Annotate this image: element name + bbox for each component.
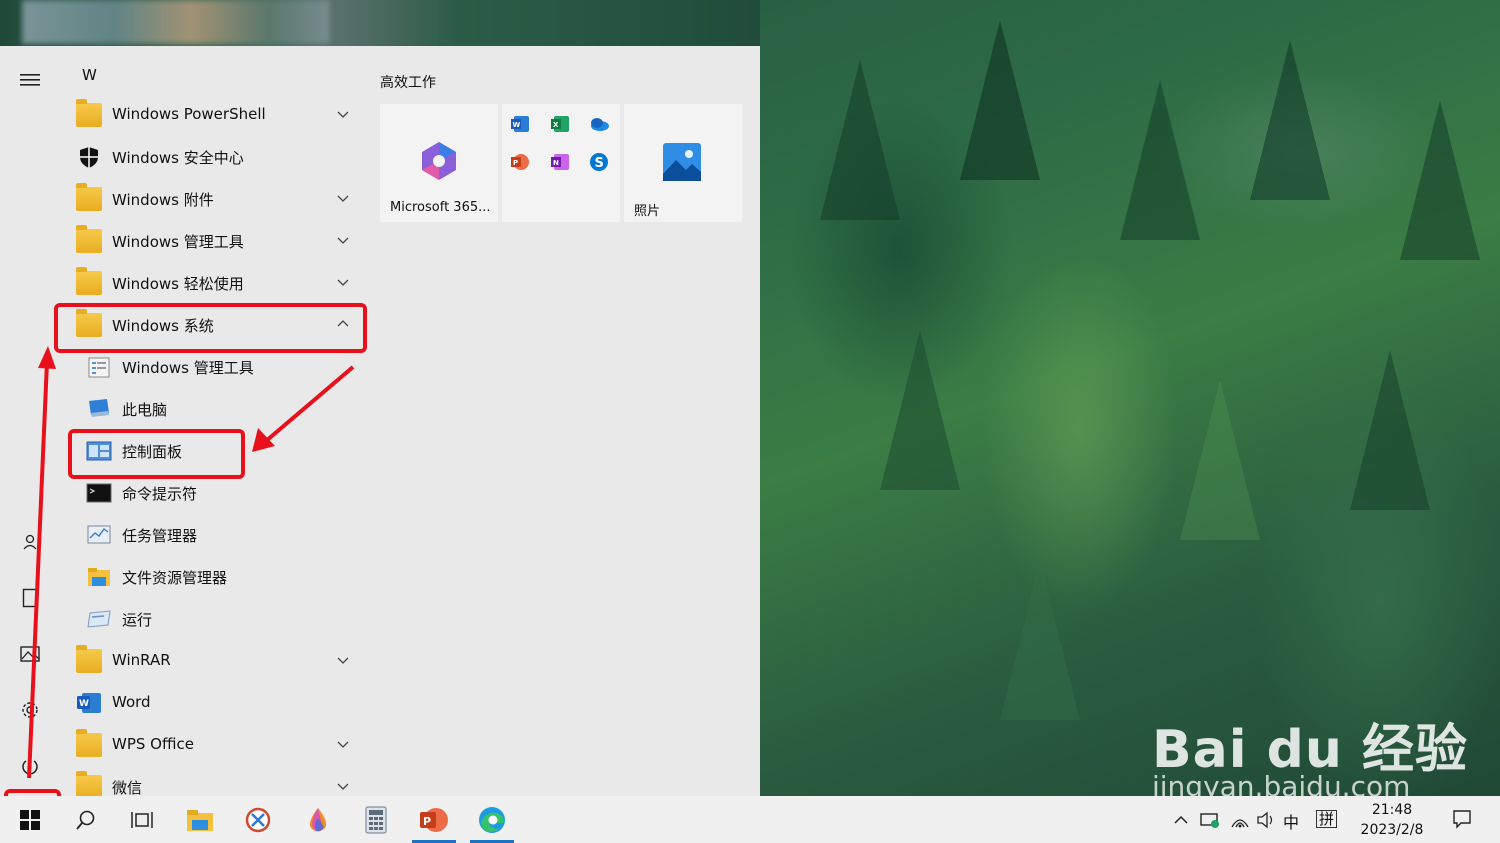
start-button[interactable] <box>2 796 58 843</box>
volume-speaker-icon[interactable] <box>1256 811 1276 829</box>
wallpaper-tree <box>1120 80 1200 240</box>
taskbar-calculator[interactable] <box>348 796 404 843</box>
task-view-button[interactable] <box>114 796 170 843</box>
search-icon <box>76 810 95 830</box>
clock-time: 21:48 <box>1371 802 1413 818</box>
action-center-notification-icon[interactable] <box>1452 809 1472 829</box>
wallpaper-tree <box>1250 40 1330 200</box>
edge-browser-icon <box>479 806 505 833</box>
taskbar: P 中 拼 21:48 2023/2/8 <box>0 796 1500 843</box>
wallpaper-tree <box>880 330 960 490</box>
wallpaper-tree <box>960 20 1040 180</box>
annotation-arrows <box>27 346 355 779</box>
wallpaper-tree <box>1180 380 1260 540</box>
svg-text:P: P <box>423 815 431 828</box>
powerpoint-icon: P <box>420 807 448 832</box>
taskbar-file-explorer[interactable] <box>172 796 228 843</box>
taskbar-snipping-tool[interactable] <box>230 796 286 843</box>
task-view-icon <box>131 811 153 828</box>
snipping-tool-icon <box>245 807 271 832</box>
wallpaper-tree <box>1400 100 1480 260</box>
clock-date: 2023/2/8 <box>1360 822 1424 838</box>
paint-drop-icon <box>309 807 327 831</box>
windows-logo-icon <box>20 809 40 830</box>
taskbar-powerpoint[interactable]: P <box>406 796 462 843</box>
taskbar-paint[interactable] <box>290 796 346 843</box>
ime-mode-indicator[interactable]: 拼 <box>1316 810 1338 828</box>
search-button[interactable] <box>58 796 114 843</box>
calculator-icon <box>365 806 387 833</box>
device-status-icon[interactable] <box>1200 811 1220 829</box>
file-explorer-icon <box>187 809 213 831</box>
ime-language-indicator[interactable]: 中 <box>1283 809 1299 833</box>
wallpaper-tree <box>1000 560 1080 720</box>
taskbar-edge[interactable] <box>464 796 520 843</box>
wallpaper-tree <box>820 60 900 220</box>
wallpaper-tree <box>1350 350 1430 510</box>
taskbar-clock[interactable]: 21:48 2023/2/8 <box>1352 800 1432 840</box>
network-wifi-icon[interactable] <box>1230 811 1250 829</box>
show-hidden-icons-chevron-icon[interactable] <box>1173 813 1189 825</box>
